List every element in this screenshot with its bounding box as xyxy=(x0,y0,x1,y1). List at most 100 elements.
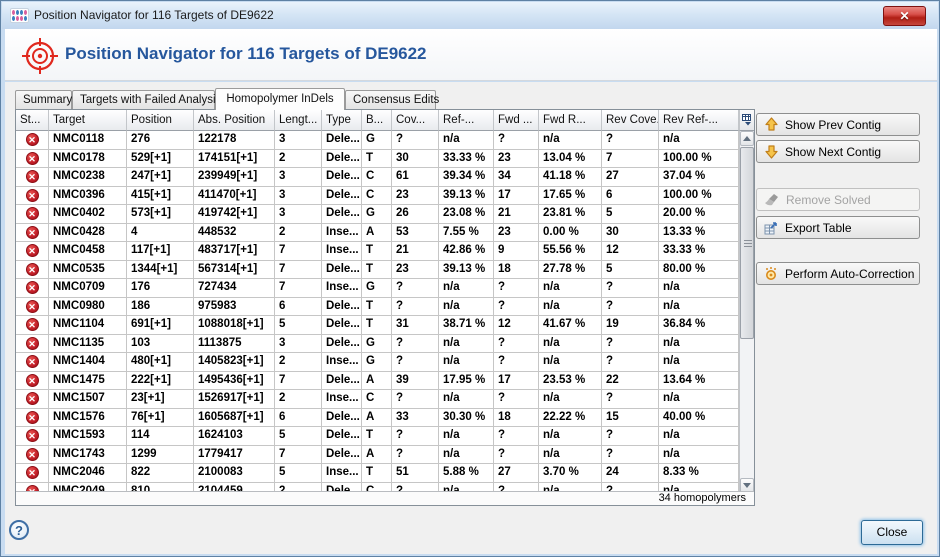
cell-b: T xyxy=(362,150,392,168)
cell-target: NMC1593 xyxy=(49,427,127,445)
cell-position: 176 xyxy=(127,279,194,297)
cell-rev-ref: 100.00 % xyxy=(659,187,739,205)
table-row[interactable]: ✕NMC113510311138753Dele...G?n/a?n/a?n/a xyxy=(16,335,739,354)
cell-fwd-r: 55.56 % xyxy=(539,242,602,260)
cell-rev-cove: ? xyxy=(602,446,659,464)
cell-abs-position: 1113875 xyxy=(194,335,275,353)
status-cell: ✕ xyxy=(16,446,49,464)
column-header-position[interactable]: Position xyxy=(127,110,194,131)
column-picker-button[interactable] xyxy=(739,110,754,131)
table-row[interactable]: ✕NMC150723[+1]1526917[+1]2Inse...C?n/a?n… xyxy=(16,390,739,409)
column-header-cov[interactable]: Cov... xyxy=(392,110,439,131)
cell-fwd: 18 xyxy=(494,409,539,427)
cell-fwd-r: 3.70 % xyxy=(539,464,602,482)
cell-abs-position: 1526917[+1] xyxy=(194,390,275,408)
cell-target: NMC0709 xyxy=(49,279,127,297)
table-row[interactable]: ✕NMC157676[+1]1605687[+1]6Dele...A3330.3… xyxy=(16,409,739,428)
table-row[interactable]: ✕NMC09801869759836Dele...T?n/a?n/a?n/a xyxy=(16,298,739,317)
cell-b: G xyxy=(362,205,392,223)
window-title: Position Navigator for 116 Targets of DE… xyxy=(34,8,274,22)
cell-rev-cove: 6 xyxy=(602,187,659,205)
column-header-target[interactable]: Target xyxy=(49,110,127,131)
table-row[interactable]: ✕NMC05351344[+1]567314[+1]7Dele...T2339.… xyxy=(16,261,739,280)
column-header-b[interactable]: B... xyxy=(362,110,392,131)
cell-b: A xyxy=(362,372,392,390)
close-button[interactable]: Close xyxy=(861,520,923,545)
column-header-type[interactable]: Type xyxy=(322,110,362,131)
vertical-scrollbar[interactable] xyxy=(739,131,754,493)
table-row[interactable]: ✕NMC1404480[+1]1405823[+1]2Inse...G?n/a?… xyxy=(16,353,739,372)
table-row[interactable]: ✕NMC01182761221783Dele...G?n/a?n/a?n/a xyxy=(16,131,739,150)
cell-b: G xyxy=(362,131,392,149)
table-row[interactable]: ✕NMC1475222[+1]1495436[+1]7Dele...A3917.… xyxy=(16,372,739,391)
cell-abs-position: 1495436[+1] xyxy=(194,372,275,390)
table-row[interactable]: ✕NMC159311416241035Dele...T?n/a?n/a?n/a xyxy=(16,427,739,446)
cell-rev-ref: n/a xyxy=(659,335,739,353)
homopolymer-count-status: 34 homopolymers xyxy=(16,491,754,505)
table-row[interactable]: ✕NMC1743129917794177Dele...A?n/a?n/a?n/a xyxy=(16,446,739,465)
table-row[interactable]: ✕NMC042844485322Inse...A537.55 %230.00 %… xyxy=(16,224,739,243)
tab-homopolymer-indels[interactable]: Homopolymer InDels xyxy=(215,88,345,110)
cell-fwd-r: 41.18 % xyxy=(539,168,602,186)
column-header-ref[interactable]: Ref-... xyxy=(439,110,494,131)
column-header-lengt[interactable]: Lengt... xyxy=(275,110,322,131)
cell-ref: 42.86 % xyxy=(439,242,494,260)
table-row[interactable]: ✕NMC0178529[+1]174151[+1]2Dele...T3033.3… xyxy=(16,150,739,169)
table-row[interactable]: ✕NMC07091767274347Inse...G?n/a?n/a?n/a xyxy=(16,279,739,298)
column-header-fwd[interactable]: Fwd ... xyxy=(494,110,539,131)
cell-position: 117[+1] xyxy=(127,242,194,260)
table-row[interactable]: ✕NMC0402573[+1]419742[+1]3Dele...G2623.0… xyxy=(16,205,739,224)
error-x-icon: ✕ xyxy=(26,374,39,387)
table-row[interactable]: ✕NMC204682221000835Inse...T515.88 %273.7… xyxy=(16,464,739,483)
table-row[interactable]: ✕NMC0396415[+1]411470[+1]3Dele...C2339.1… xyxy=(16,187,739,206)
cell-ref: 39.13 % xyxy=(439,261,494,279)
title-bar[interactable]: Position Navigator for 116 Targets of DE… xyxy=(2,2,938,29)
cell-abs-position: 419742[+1] xyxy=(194,205,275,223)
cell-type: Dele... xyxy=(322,150,362,168)
tab-summary[interactable]: Summary xyxy=(15,90,72,110)
cell-type: Dele... xyxy=(322,446,362,464)
cell-target: NMC0396 xyxy=(49,187,127,205)
column-header-st[interactable]: St... xyxy=(16,110,49,131)
cell-fwd: 23 xyxy=(494,150,539,168)
cell-abs-position: 727434 xyxy=(194,279,275,297)
cell-position: 415[+1] xyxy=(127,187,194,205)
table-row[interactable]: ✕NMC1104691[+1]1088018[+1]5Dele...T3138.… xyxy=(16,316,739,335)
cell-fwd-r: 41.67 % xyxy=(539,316,602,334)
broom-icon xyxy=(764,193,780,207)
cell-fwd-r: 22.22 % xyxy=(539,409,602,427)
column-header-fwd-r[interactable]: Fwd R... xyxy=(539,110,602,131)
cell-lengt: 2 xyxy=(275,224,322,242)
show-next-contig-button[interactable]: Show Next Contig xyxy=(756,140,920,163)
show-prev-contig-button[interactable]: Show Prev Contig xyxy=(756,113,920,136)
help-button[interactable]: ? xyxy=(9,520,29,540)
export-table-button[interactable]: Export Table xyxy=(756,216,920,239)
action-button-label: Perform Auto-Correction xyxy=(785,267,914,281)
cell-fwd: 9 xyxy=(494,242,539,260)
cell-position: 573[+1] xyxy=(127,205,194,223)
column-header-rev-ref[interactable]: Rev Ref-... xyxy=(659,110,739,131)
table-row[interactable]: ✕NMC0238247[+1]239949[+1]3Dele...C6139.3… xyxy=(16,168,739,187)
cell-fwd-r: n/a xyxy=(539,427,602,445)
error-x-icon: ✕ xyxy=(26,411,39,424)
cell-cov: 51 xyxy=(392,464,439,482)
cell-position: 822 xyxy=(127,464,194,482)
window-close-icon[interactable]: ✕ xyxy=(883,6,926,26)
cell-ref: n/a xyxy=(439,353,494,371)
tab-consensus-edits[interactable]: Consensus Edits xyxy=(345,90,436,110)
cell-rev-ref: n/a xyxy=(659,298,739,316)
table-row[interactable]: ✕NMC0458117[+1]483717[+1]7Inse...T2142.8… xyxy=(16,242,739,261)
cell-fwd-r: n/a xyxy=(539,335,602,353)
scrollbar-thumb[interactable] xyxy=(740,147,754,339)
column-picker-icon xyxy=(742,114,753,126)
scroll-up-icon[interactable] xyxy=(740,131,754,146)
column-header-abs-position[interactable]: Abs. Position xyxy=(194,110,275,131)
cell-cov: ? xyxy=(392,353,439,371)
cell-b: A xyxy=(362,409,392,427)
column-header-rev-cove[interactable]: Rev Cove... xyxy=(602,110,659,131)
table-body: ✕NMC01182761221783Dele...G?n/a?n/a?n/a✕N… xyxy=(16,131,739,493)
action-button-label: Show Next Contig xyxy=(785,145,881,159)
cell-fwd-r: 27.78 % xyxy=(539,261,602,279)
perform-auto-correction-button[interactable]: Perform Auto-Correction xyxy=(756,262,920,285)
tab-targets-with-failed-analysis[interactable]: Targets with Failed Analysis xyxy=(72,90,215,110)
